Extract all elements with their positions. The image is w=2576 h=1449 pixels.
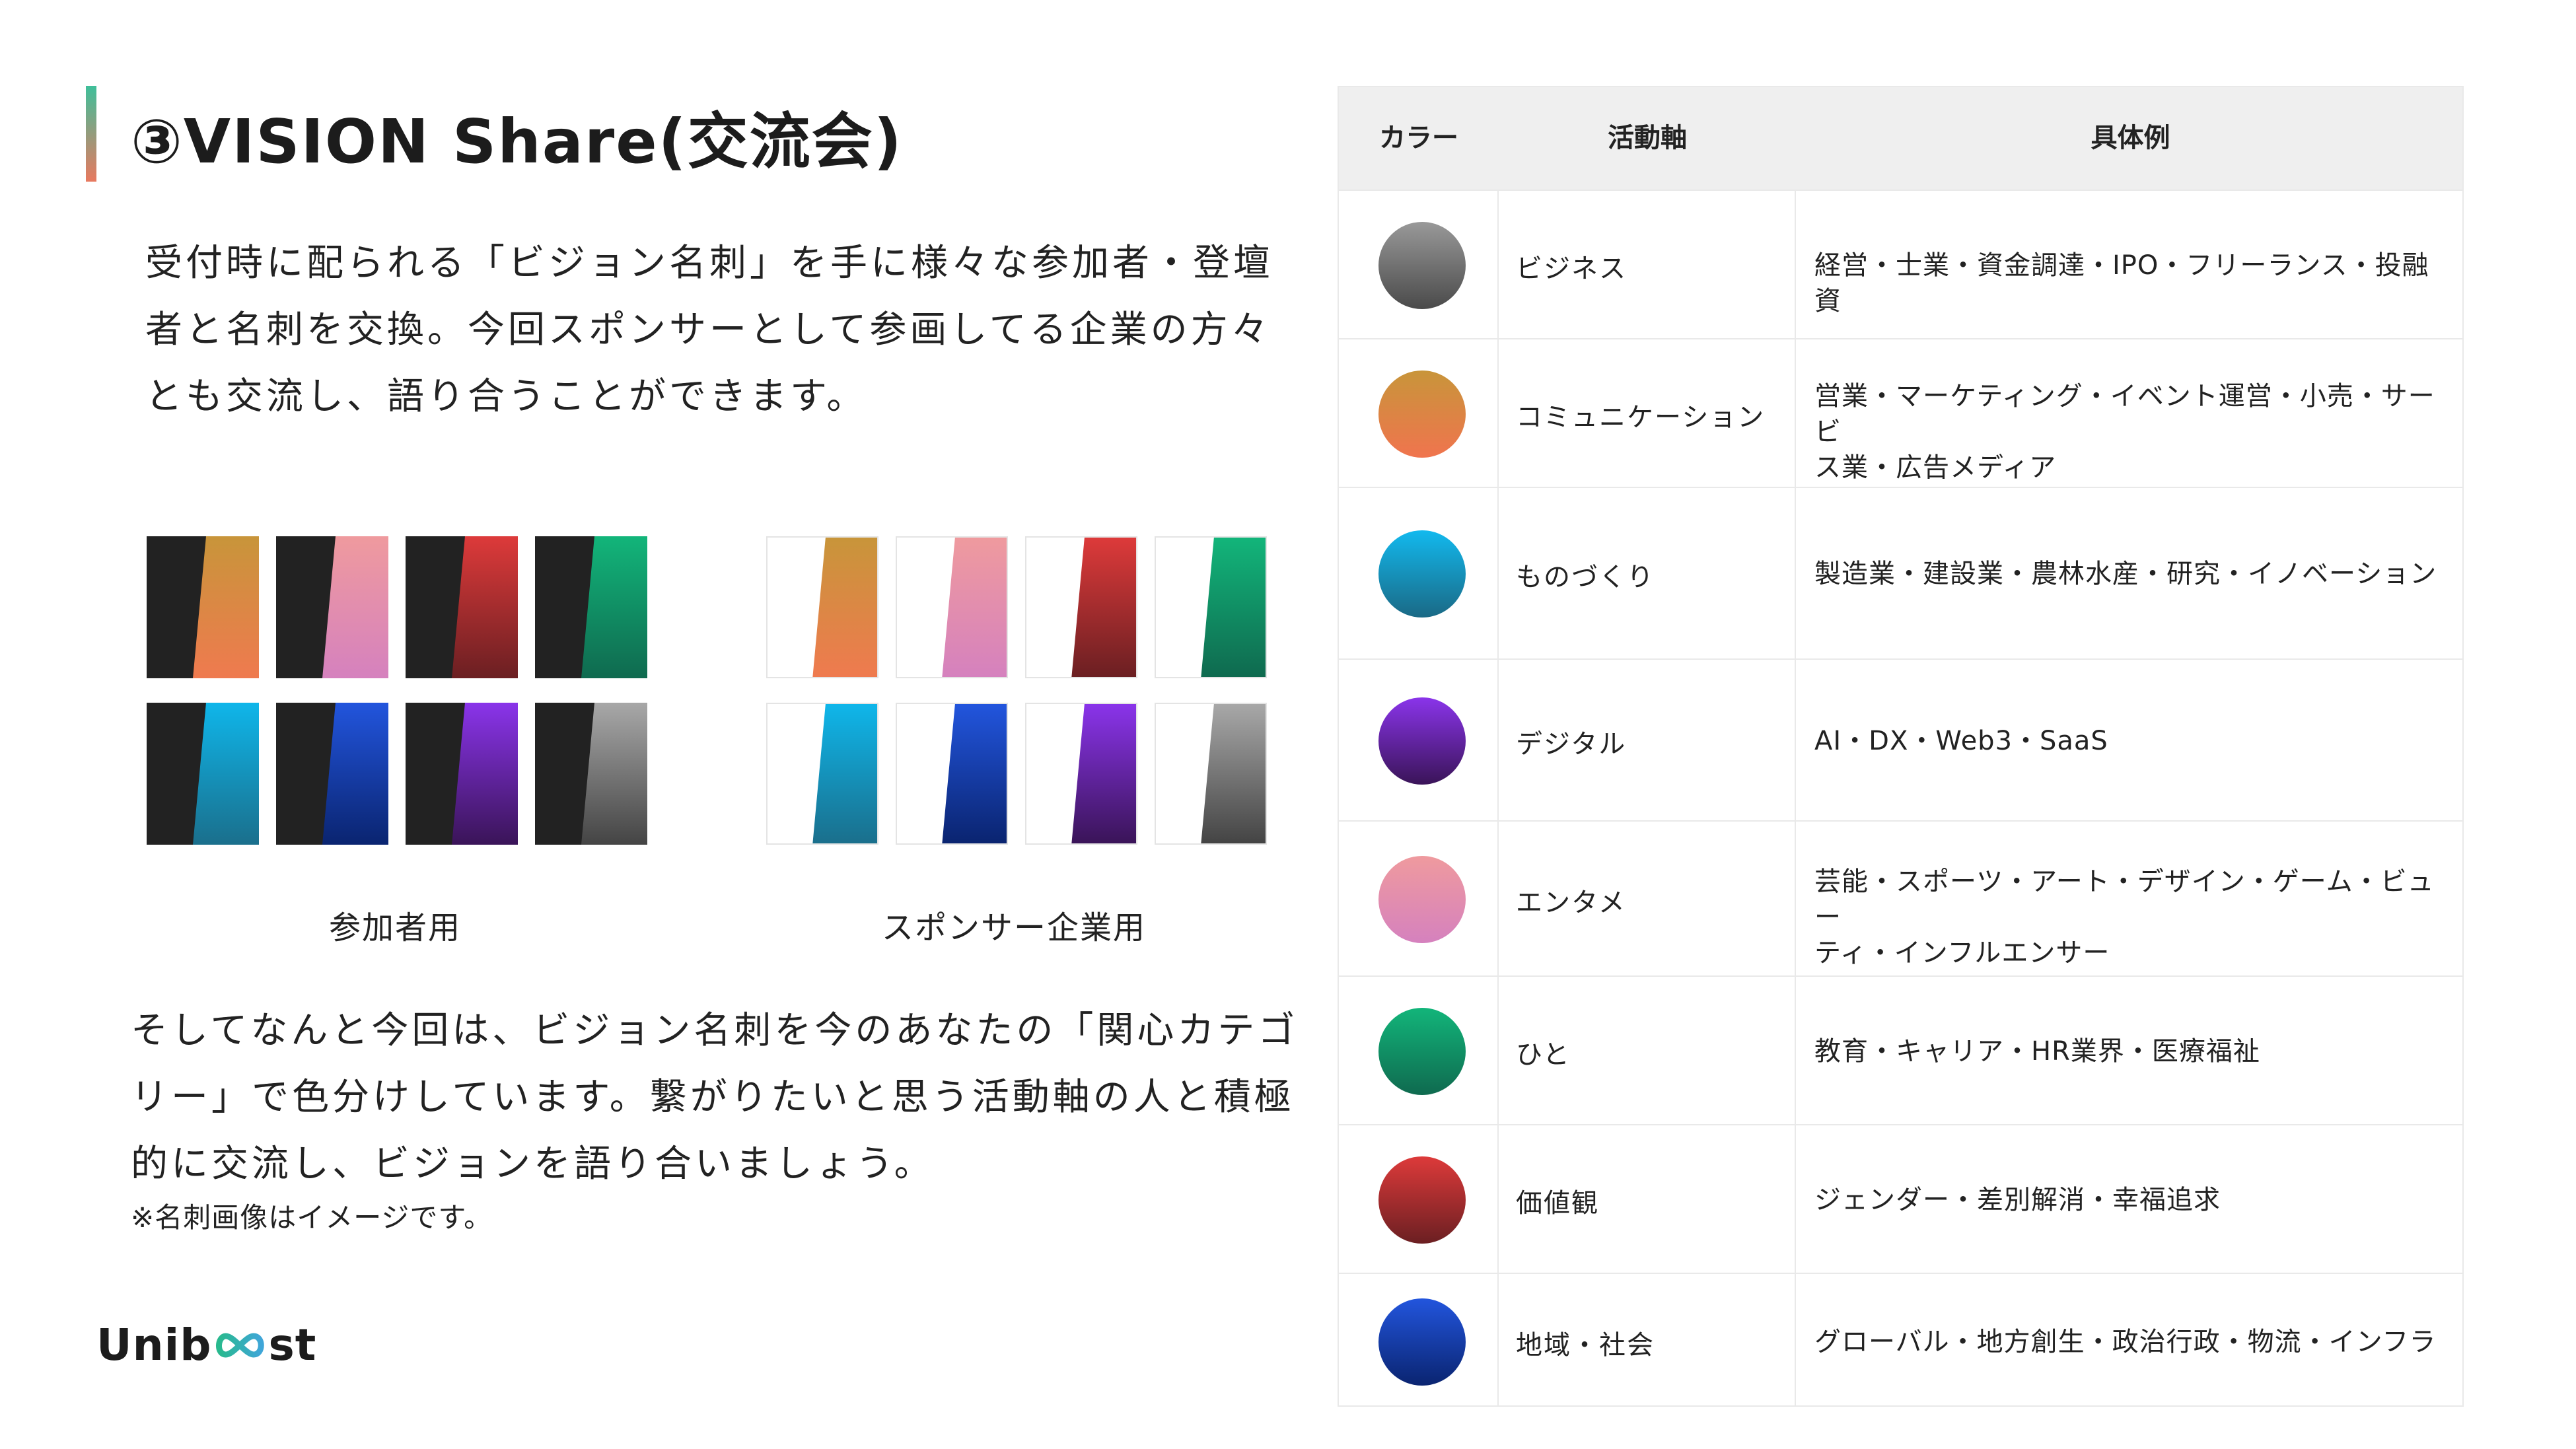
examples-text: AI・DX・Web3・SaaS [1814,723,2449,759]
sponsor-card-green [1155,536,1267,678]
examples-line: 営業・マーケティング・イベント運営・小売・サービ [1814,380,2435,447]
activity-axis: 地域・社会 [1516,1329,1655,1361]
table-row: コミュニケーション 営業・マーケティング・イベント運営・小売・サービス業・広告メデ… [1339,338,2462,487]
examples-line: ティ・インフルエンサー [1814,937,2110,968]
color-swatch [1378,855,1466,943]
examples-line: 芸能・スポーツ・アート・デザイン・ゲーム・ビュー [1814,866,2435,933]
participant-caption: 参加者用 [328,909,461,946]
uniboost-logo: Unib st [96,1320,316,1370]
participant-card-blue [276,703,388,845]
sponsor-card-orange [766,536,878,678]
table-row: 地域・社会 グローバル・地方創生・政治行政・物流・インフラ [1339,1273,2462,1408]
sponsor-card-red [1025,536,1137,678]
color-swatch [1378,1007,1466,1095]
title-accent-bar [86,86,96,182]
activity-axis: エンタメ [1516,887,1626,918]
color-swatch [1378,1156,1466,1244]
header-color: カラー [1379,123,1458,153]
examples-line: AI・DX・Web3・SaaS [1814,725,2108,756]
participant-card-gray [535,703,647,845]
intro-line: とも交流し、語り合うことができます。 [145,375,867,418]
sponsor-card-cyan [766,703,878,845]
color-swatch [1378,530,1466,618]
examples-text: 製造業・建設業・農林水産・研究・イノベーション [1814,556,2449,592]
examples-text: 教育・キャリア・HR業界・医療福祉 [1814,1034,2449,1069]
category-table: カラー 活動軸 具体例 ビジネス 経営・士業・資金調達・IPO・フリーランス・投融… [1338,86,2464,1407]
color-swatch [1378,370,1466,458]
participant-card-red [406,536,518,678]
examples-line: 経営・士業・資金調達・IPO・フリーランス・投融資 [1814,250,2429,316]
examples-text: 芸能・スポーツ・アート・デザイン・ゲーム・ビューティ・インフルエンサー [1814,864,2449,971]
closing-line: 的に交流し、ビジョンを語り合いましょう。 [131,1143,935,1185]
page-title: ③VISION Share(交流会) [131,106,903,177]
color-swatch [1378,1298,1466,1386]
activity-axis: コミュニケーション [1516,402,1766,433]
sponsor-card-gray [1155,703,1267,845]
logo-text-right: st [268,1320,317,1370]
table-row: 価値観 ジェンダー・差別解消・幸福追求 [1339,1124,2462,1273]
closing-line: そしてなんと今回は、ビジョン名刺を今のあなたの「関心カテゴ [131,1009,1299,1052]
sponsor-card-blue [896,703,1008,845]
participant-card-green [535,536,647,678]
participant-card-purple [406,703,518,845]
sponsor-caption: スポンサー企業用 [881,909,1146,946]
examples-line: ス業・広告メディア [1814,452,2057,483]
examples-text: ジェンダー・差別解消・幸福追求 [1814,1182,2449,1218]
activity-axis: 価値観 [1516,1187,1599,1219]
activity-axis: ひと [1516,1039,1571,1070]
table-row: ひと 教育・キャリア・HR業界・医療福祉 [1339,975,2462,1124]
examples-text: 経営・士業・資金調達・IPO・フリーランス・投融資 [1814,248,2449,319]
sponsor-card-purple [1025,703,1137,845]
examples-line: 製造業・建設業・農林水産・研究・イノベーション [1814,559,2437,589]
table-row: デジタル AI・DX・Web3・SaaS [1339,658,2462,820]
examples-line: グローバル・地方創生・政治行政・物流・インフラ [1814,1326,2437,1357]
sponsor-card-pink [896,536,1008,678]
intro-line: 者と名刺を交換。今回スポンサーとして参画してる企業の方々 [145,308,1271,351]
logo-text-left: Unib [96,1320,212,1370]
examples-line: ジェンダー・差別解消・幸福追求 [1814,1184,2221,1215]
participant-card-orange [147,536,259,678]
color-swatch [1378,221,1466,309]
header-axis: 活動軸 [1608,123,1687,153]
color-swatch [1378,697,1466,785]
intro-text: 受付時に配られる「ビジョン名刺」を手に様々な参加者・登壇 者と名刺を交換。今回ス… [145,230,1308,430]
infinity-logo-icon [212,1331,268,1360]
image-note: ※名刺画像はイメージです。 [131,1201,493,1234]
examples-line: 教育・キャリア・HR業界・医療福祉 [1814,1036,2260,1067]
activity-axis: ビジネス [1516,253,1627,284]
examples-text: グローバル・地方創生・政治行政・物流・インフラ [1814,1324,2449,1360]
activity-axis: デジタル [1516,728,1627,760]
table-row: ビジネス 経営・士業・資金調達・IPO・フリーランス・投融資 [1339,190,2462,338]
activity-axis: ものづくり [1516,562,1655,592]
closing-line: リー」で色分けしています。繋がりたいと思う活動軸の人と積極 [131,1076,1295,1119]
intro-line: 受付時に配られる「ビジョン名刺」を手に様々な参加者・登壇 [145,242,1273,285]
header-examples: 具体例 [2091,123,2170,153]
participant-card-cyan [147,703,259,845]
table-row: エンタメ 芸能・スポーツ・アート・デザイン・ゲーム・ビューティ・インフルエンサー [1339,820,2462,975]
participant-card-pink [276,536,388,678]
table-header: カラー 活動軸 具体例 [1339,87,2462,190]
examples-text: 営業・マーケティング・イベント運営・小売・サービス業・広告メディア [1814,378,2449,485]
closing-text: そしてなんと今回は、ビジョン名刺を今のあなたの「関心カテゴ リー」で色分けしてい… [131,997,1320,1197]
table-row: ものづくり 製造業・建設業・農林水産・研究・イノベーション [1339,487,2462,658]
